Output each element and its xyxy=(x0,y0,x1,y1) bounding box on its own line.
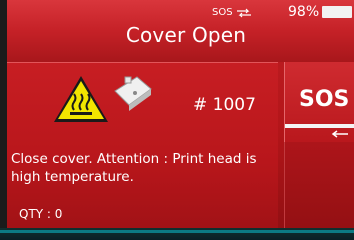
right-panel xyxy=(284,142,354,228)
job-number: # 1007 xyxy=(193,95,256,115)
printer-device-icon xyxy=(114,76,152,111)
page-title: Cover Open xyxy=(125,23,247,47)
transfer-arrows-icon xyxy=(236,8,251,17)
battery-icon xyxy=(322,6,353,18)
battery-indicator: 98% xyxy=(288,4,353,20)
sos-button-underline xyxy=(285,124,354,128)
quantity-label: QTY : 0 xyxy=(19,207,63,221)
back-arrow-icon xyxy=(331,130,348,138)
printer-screen: SOS 98% Cover Open # 1007 Close cover. A… xyxy=(0,0,354,240)
alert-panel: # 1007 Close cover. Attention : Print he… xyxy=(7,62,278,229)
alert-message: Close cover. Attention : Print head is h… xyxy=(11,151,257,185)
screen-bezel xyxy=(0,0,7,240)
sos-status-indicator: SOS xyxy=(212,7,252,18)
sos-status-label: SOS xyxy=(212,7,233,18)
sos-button-label: SOS xyxy=(299,87,350,112)
bottom-accent-line xyxy=(0,230,354,233)
status-bar: SOS 98% Cover Open xyxy=(0,0,354,62)
battery-percent: 98% xyxy=(288,4,320,20)
sos-button[interactable]: SOS xyxy=(284,62,354,142)
hot-surface-warning-icon xyxy=(54,76,108,122)
